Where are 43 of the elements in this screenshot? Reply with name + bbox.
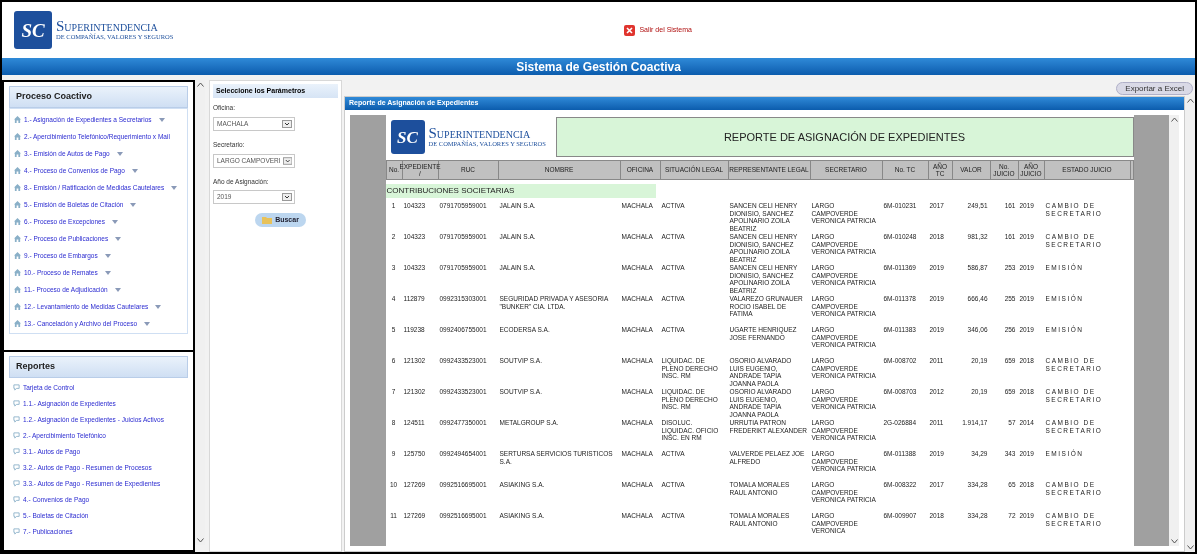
house-icon [14,235,21,242]
speech-bubble-icon [13,400,20,407]
section-header: Reportes [9,356,188,378]
arrow-up-icon [196,82,204,87]
speech-bubble-icon [13,480,20,487]
arrow-down-icon [196,538,204,543]
speech-bubble-icon [13,432,20,439]
close-icon [624,24,636,36]
group-header: CONTRIBUCIONES SOCIETARIAS [385,184,656,198]
house-icon [14,184,21,191]
house-icon [14,133,21,140]
chevron-down-icon [282,119,292,128]
folder-icon [262,216,273,225]
speech-bubble-icon [13,512,20,519]
house-icon [14,218,21,225]
speech-bubble-icon [13,416,20,423]
speech-bubble-icon [13,496,20,503]
speech-bubble-icon [13,528,20,535]
house-icon [14,150,21,157]
speech-bubble-icon [13,464,20,471]
scrollbar[interactable] [1169,115,1179,546]
house-icon [14,252,21,259]
title-banner: Sistema de Gestión Coactiva [2,58,1195,75]
section-header: Proceso Coactivo [9,86,188,108]
speech-bubble-icon [13,384,20,391]
logo-mark: SC [390,120,425,154]
house-icon [14,116,21,123]
speech-bubble-icon [13,448,20,455]
house-icon [14,167,21,174]
house-icon [14,286,21,293]
logo-name: SUPERINTENDENCIA [56,19,159,35]
arrow-up-icon [1170,117,1178,122]
arrow-up-icon [1186,98,1194,103]
logo-mark: SC [14,11,52,49]
export-button[interactable]: Exportar a Excel [1116,81,1193,95]
house-icon [14,320,21,327]
scrollbar[interactable] [1185,96,1195,552]
chevron-down-icon [282,156,292,165]
report-title: REPORTE DE ASIGNACIÓN DE EXPEDIENTES [555,117,1134,157]
house-icon [14,201,21,208]
chevron-down-icon [282,193,292,202]
house-icon [14,269,21,276]
house-icon [14,303,21,310]
